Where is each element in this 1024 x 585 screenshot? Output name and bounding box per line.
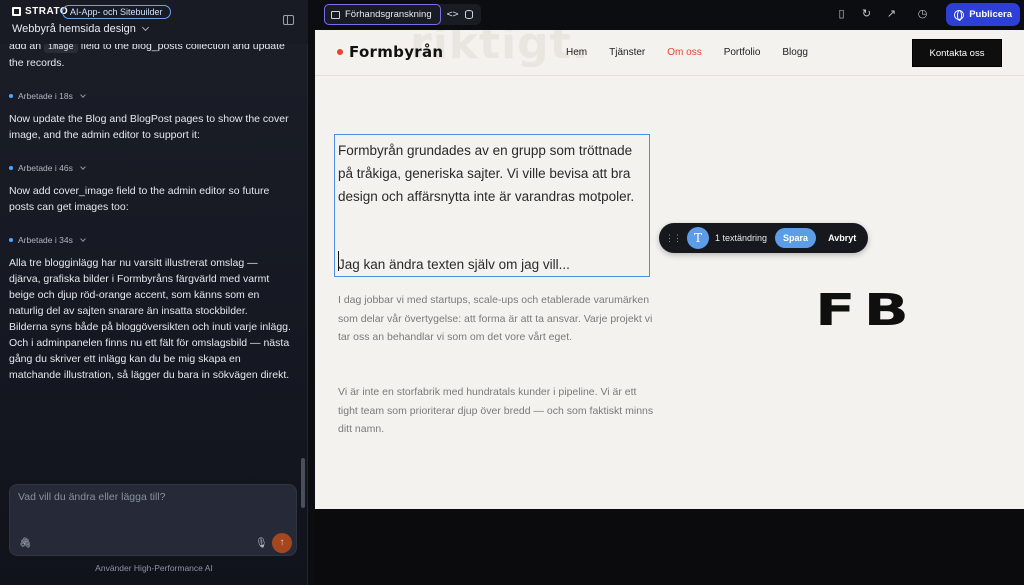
microphone-icon[interactable]: 🎙 <box>255 538 268 549</box>
chat-message: Now update the Blog and BlogPost pages t… <box>9 113 289 141</box>
edit-toolbar: ⋮⋮ T 1 textändring Spara Avbryt <box>659 223 869 253</box>
code-icon[interactable]: <> <box>441 9 465 20</box>
publish-label: Publicera <box>969 9 1012 20</box>
app-window: add an image field to the blog_posts col… <box>0 0 1024 585</box>
preview-toolbar: Förhandsgranskning <> ▯ ↻ ↗ ◷ Publicera <box>308 0 1024 30</box>
chat-input-box: 🖇 🎙 ↑ <box>9 484 297 556</box>
ai-mode-label: Använder High-Performance AI <box>95 563 213 573</box>
status-label: Arbetade i 18s <box>18 91 73 101</box>
message-list[interactable]: add an image field to the blog_posts col… <box>0 44 300 480</box>
toolbar-icons: ▯ ↻ ↗ ◷ <box>836 8 928 20</box>
tab-preview-label: Förhandsgranskning <box>345 9 432 20</box>
scrollbar[interactable] <box>301 458 305 508</box>
globe-icon <box>954 9 965 21</box>
status-dot-icon <box>9 166 13 170</box>
send-button[interactable]: ↑ <box>272 533 292 553</box>
inline-code: image <box>44 44 78 53</box>
strato-logo: STRATO <box>12 6 68 17</box>
work-status[interactable]: Arbetade i 18s <box>9 91 291 101</box>
text-icon: T <box>687 227 709 249</box>
strato-logo-icon <box>12 7 21 16</box>
grip-icon[interactable]: ⋮⋮ <box>665 233 682 244</box>
chevron-down-icon <box>79 91 86 98</box>
refresh-icon[interactable]: ↻ <box>861 8 872 20</box>
status-dot-icon <box>9 94 13 98</box>
logo-dot-icon <box>337 49 343 55</box>
history-icon[interactable]: ◷ <box>917 8 928 20</box>
publish-button[interactable]: Publicera <box>946 3 1020 26</box>
monogram: FB <box>815 285 918 336</box>
cancel-button[interactable]: Avbryt <box>822 233 862 243</box>
tab-preview[interactable]: Förhandsgranskning <box>324 4 441 25</box>
body-paragraph: Vi är inte en storfabrik med hundratals … <box>338 386 654 435</box>
chevron-down-icon <box>79 235 86 242</box>
external-link-icon[interactable]: ↗ <box>886 8 897 20</box>
mobile-icon[interactable]: ▯ <box>836 8 847 20</box>
contact-button[interactable]: Kontakta oss <box>912 39 1002 67</box>
site-brand-name: Formbyrån <box>349 43 444 61</box>
database-icon[interactable] <box>464 10 473 19</box>
chat-panel: add an image field to the blog_posts col… <box>0 0 308 585</box>
chevron-down-icon <box>79 163 86 170</box>
status-dot-icon <box>9 238 13 242</box>
editable-paragraph[interactable]: Jag kan ändra texten själv om jag vill..… <box>338 253 650 276</box>
chat-input[interactable] <box>18 491 278 503</box>
site-logo[interactable]: Formbyrån <box>337 43 443 61</box>
paperclip-icon[interactable]: 🖇 <box>19 538 32 549</box>
product-badge: AI-App- och Sitebuilder <box>62 5 171 19</box>
panel-toggle-icon[interactable] <box>283 15 294 25</box>
nav-links: Hem Tjänster Om oss Portfolio Blogg <box>566 47 830 58</box>
chat-message: add an image field to the blog_posts col… <box>9 44 291 71</box>
body-paragraph: I dag jobbar vi med startups, scale-ups … <box>338 294 653 343</box>
chat-header: STRATO AI-App- och Sitebuilder Webbyrå h… <box>0 0 308 44</box>
status-label: Arbetade i 34s <box>18 235 73 245</box>
nav-link-portfolio[interactable]: Portfolio <box>724 47 761 58</box>
arrow-up-icon: ↑ <box>279 537 285 548</box>
chevron-down-icon <box>141 23 149 32</box>
save-button[interactable]: Spara <box>775 228 817 248</box>
project-selector[interactable]: Webbyrå hemsida design <box>12 23 149 35</box>
preview-footer-area <box>315 509 1024 585</box>
chat-message: Now add cover_image field to the admin e… <box>9 185 270 213</box>
project-name: Webbyrå hemsida design <box>12 23 136 35</box>
edit-count: 1 textändring <box>715 233 768 243</box>
nav-link-hem[interactable]: Hem <box>566 47 587 58</box>
status-label: Arbetade i 46s <box>18 163 73 173</box>
nav-link-tjanster[interactable]: Tjänster <box>609 47 645 58</box>
view-tabs: Förhandsgranskning <> <box>324 4 481 25</box>
message-text: add an <box>9 44 42 52</box>
work-status[interactable]: Arbetade i 34s <box>9 235 291 245</box>
work-status[interactable]: Arbetade i 46s <box>9 163 291 173</box>
chat-message: Bilderna syns både på bloggöversikten oc… <box>9 321 291 381</box>
site-nav: riktigt. Formbyrån Hem Tjänster Om oss P… <box>315 30 1024 76</box>
nav-link-om-oss[interactable]: Om oss <box>667 47 701 58</box>
editable-paragraph[interactable]: Formbyrån grundades av en grupp som tröt… <box>338 139 650 208</box>
nav-link-blogg[interactable]: Blogg <box>782 47 808 58</box>
site-preview[interactable]: riktigt. Formbyrån Hem Tjänster Om oss P… <box>315 30 1024 509</box>
browser-icon <box>331 10 340 19</box>
chat-message: Alla tre blogginlägg har nu varsitt illu… <box>9 257 270 317</box>
